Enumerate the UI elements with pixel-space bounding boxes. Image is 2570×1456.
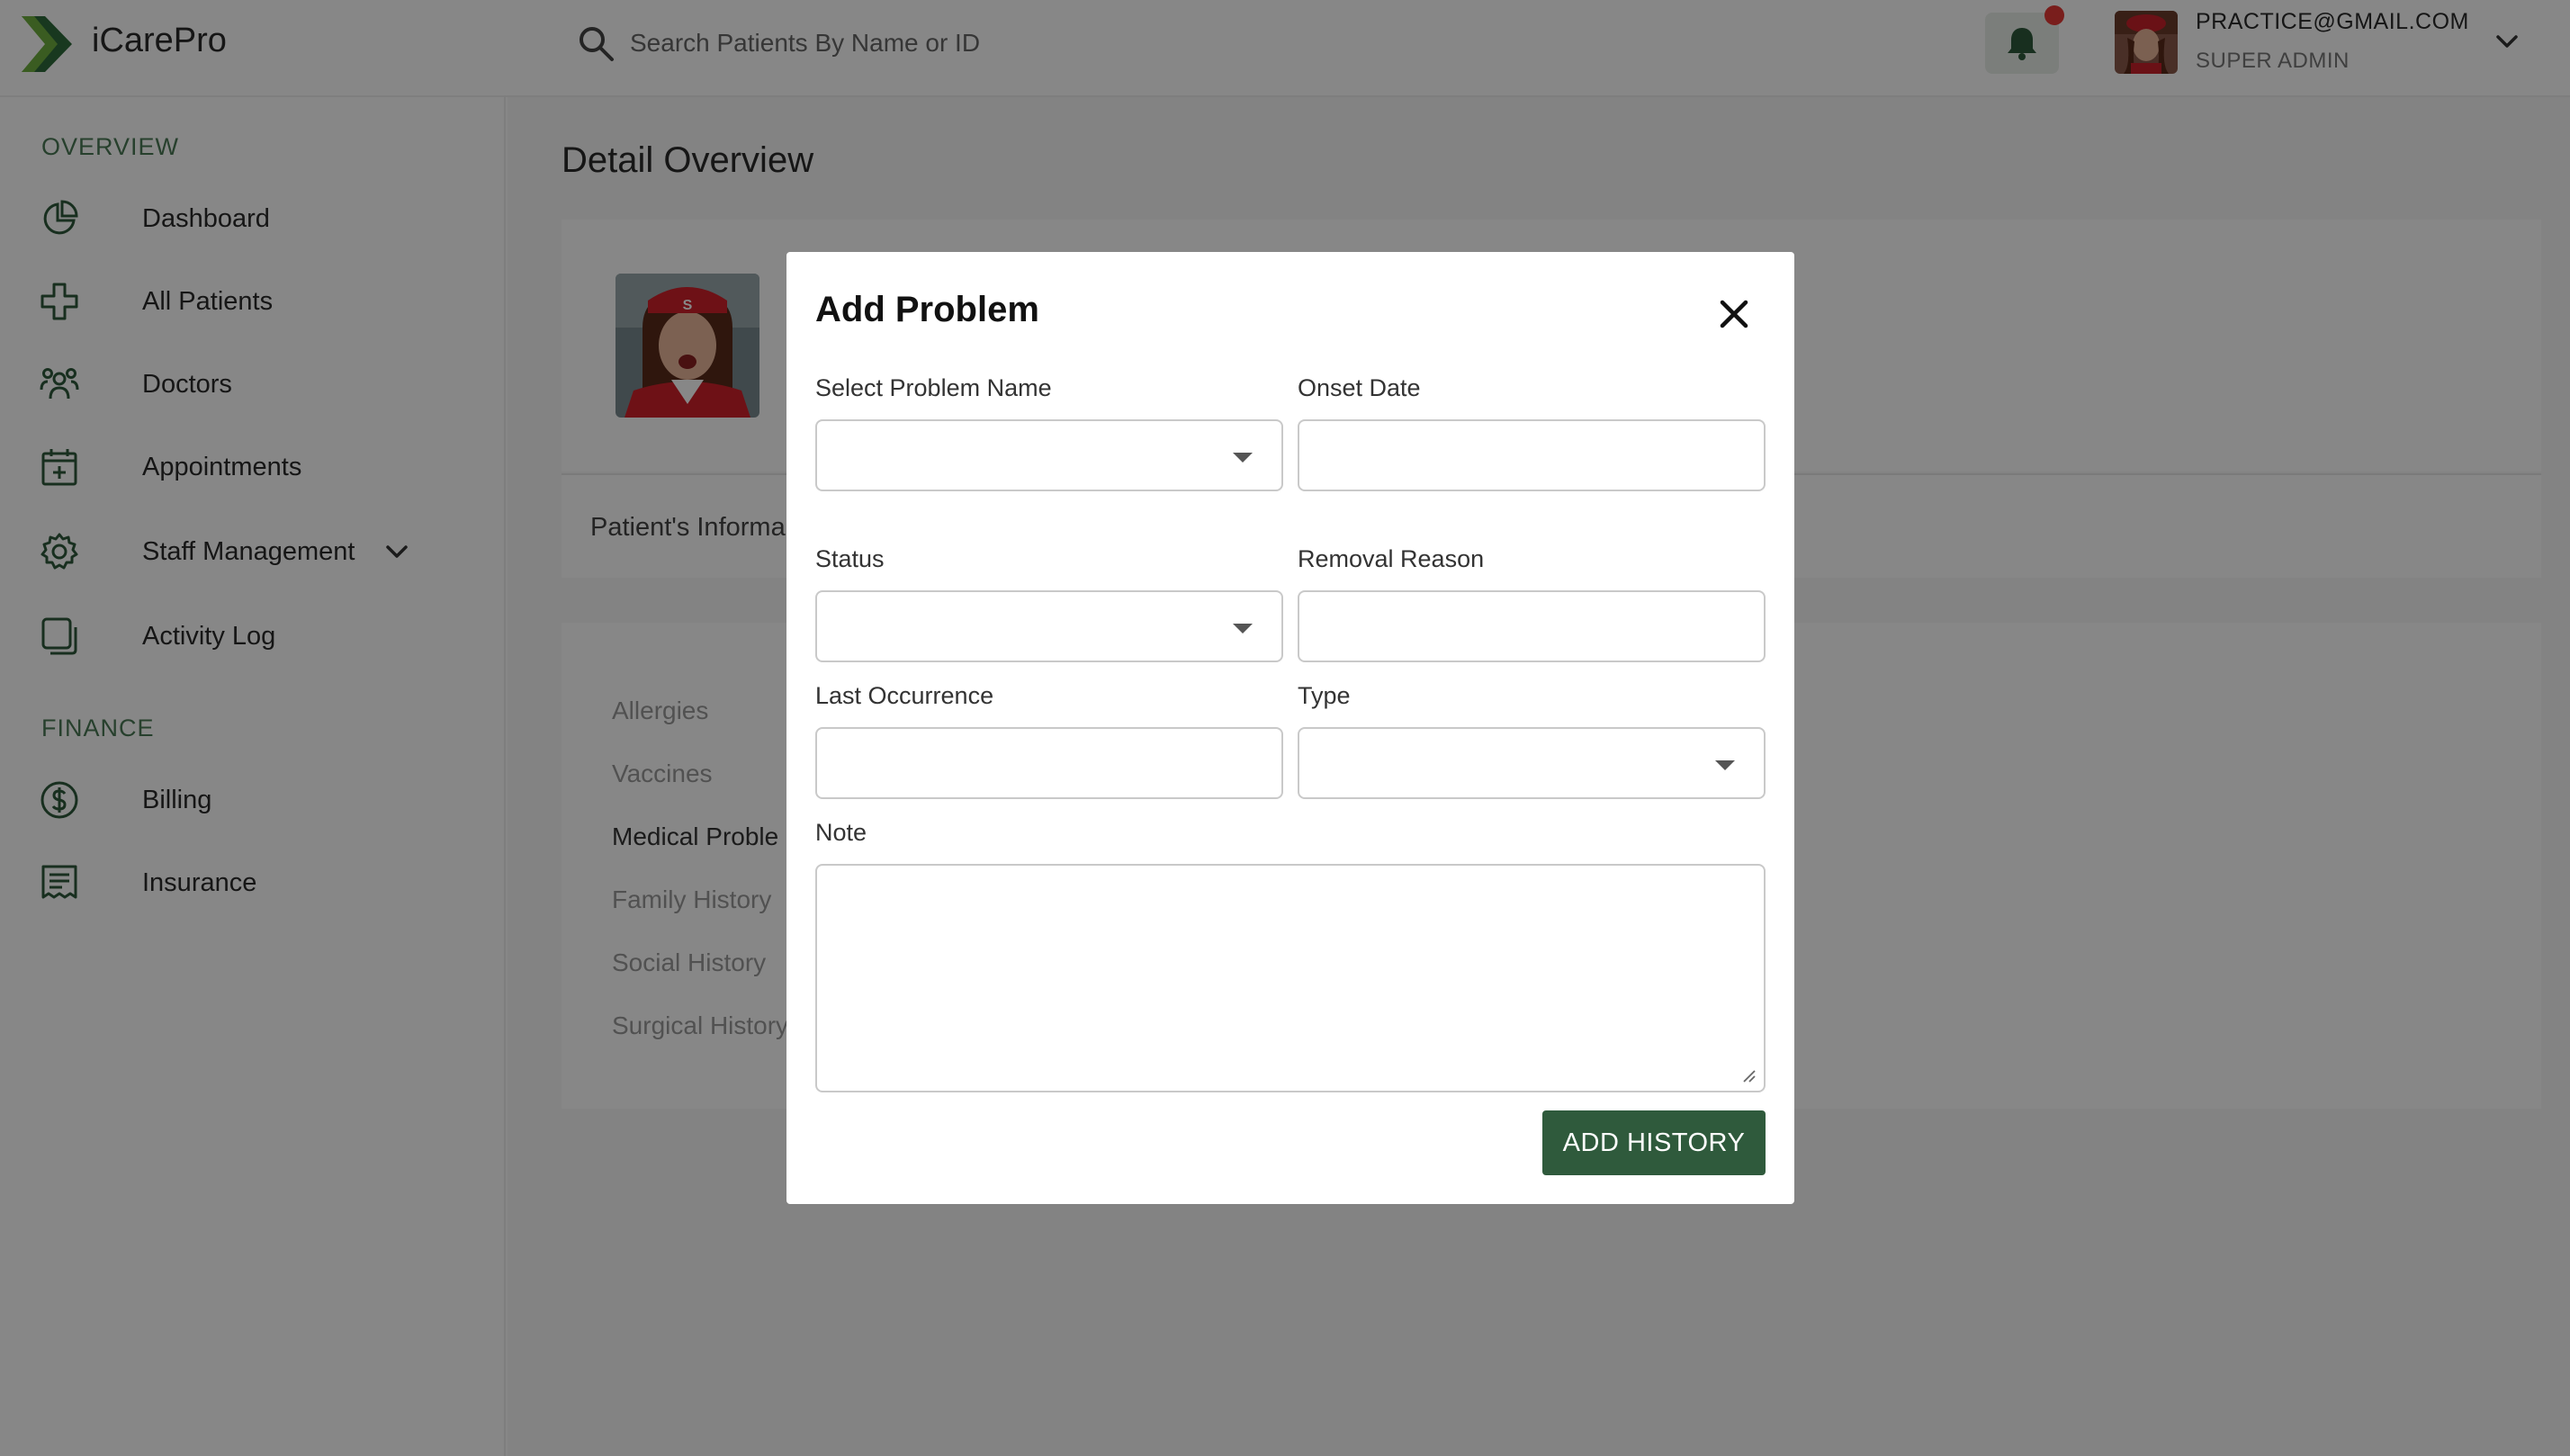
modal-title: Add Problem [815,290,1039,329]
last-occurrence-input[interactable] [817,729,1281,797]
last-occurrence-label: Last Occurrence [815,682,994,709]
onset-date-input[interactable] [1299,421,1764,490]
onset-date-label: Onset Date [1298,374,1421,401]
note-textarea[interactable] [815,864,1766,1092]
status-select[interactable] [815,590,1283,662]
caret-down-icon [1233,453,1253,463]
add-history-button[interactable]: ADD HISTORY [1542,1110,1766,1175]
removal-reason-field [1298,590,1766,662]
onset-date-field [1298,419,1766,491]
resize-handle-icon[interactable] [1740,1067,1757,1083]
removal-reason-label: Removal Reason [1298,545,1485,572]
close-icon[interactable] [1713,293,1755,335]
caret-down-icon [1233,624,1253,634]
problem-name-select[interactable] [815,419,1283,491]
last-occurrence-field [815,727,1283,799]
type-label: Type [1298,682,1351,709]
caret-down-icon [1715,760,1735,770]
type-select[interactable] [1298,727,1766,799]
status-label: Status [815,545,885,572]
note-label: Note [815,819,867,846]
removal-reason-input[interactable] [1299,592,1764,661]
add-problem-modal: Add Problem Select Problem Name Onset Da… [786,252,1794,1204]
problem-name-label: Select Problem Name [815,374,1052,401]
